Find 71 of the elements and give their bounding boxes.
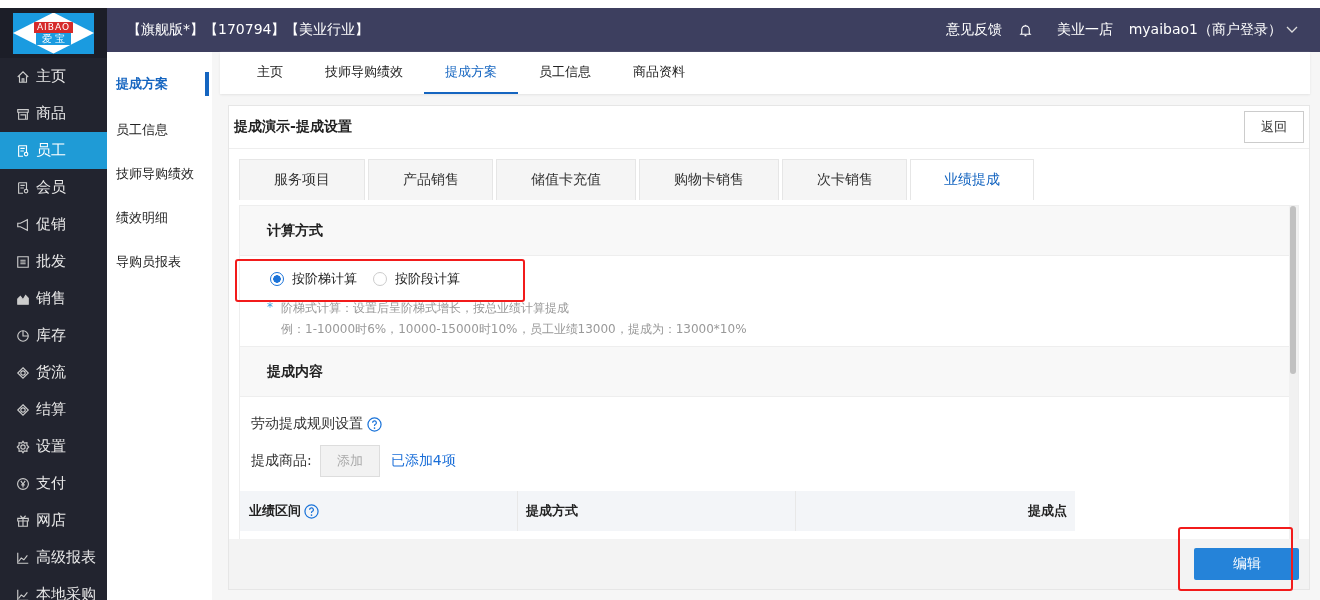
column-header: 业绩区间 [249,502,301,520]
nav-item[interactable]: 支付 [0,465,107,502]
nav-item[interactable]: 主页 [0,58,107,95]
radio-option[interactable]: 按阶段计算 [373,270,460,288]
edition-label: 【旗舰版*】【170794】【美业行业】 [127,21,370,39]
page-tab[interactable]: 技师导购绩效 [304,52,424,94]
store-icon [16,106,30,121]
category-tab[interactable]: 产品销售 [368,159,493,200]
megaphone-icon [16,217,30,232]
category-tab[interactable]: 购物卡销售 [639,159,779,200]
line-icon [16,550,30,565]
nav-item[interactable]: 货流 [0,354,107,391]
note-asterisk: * [267,300,273,316]
help-icon[interactable] [367,416,382,432]
line-icon [16,587,30,600]
chevron-down-icon[interactable] [1286,26,1298,34]
submenu-item[interactable]: 导购员报表 [107,248,212,292]
submenu-item[interactable]: 员工信息 [107,116,212,160]
bell-icon[interactable] [1017,22,1033,38]
logo: AIBAO 爱 宝 [13,12,94,54]
category-tab[interactable]: 业绩提成 [910,159,1034,200]
gift-icon [16,513,30,528]
note-text: 阶梯式计算：设置后呈阶梯式增长，按总业绩计算提成 [281,300,569,317]
pie-icon [16,328,30,343]
cube-icon [16,365,30,380]
feedback-link[interactable]: 意见反馈 [945,21,1002,39]
cube-icon [16,402,30,417]
page-tab[interactable]: 商品资料 [612,52,706,94]
submenu-item[interactable]: 绩效明细 [107,204,212,248]
home-icon [16,69,30,84]
section-title: 提成内容 [267,362,323,381]
scrollbar-thumb[interactable] [1290,206,1296,374]
nav-item[interactable]: 高级报表 [0,539,107,576]
edit-button[interactable]: 编辑 [1194,548,1299,580]
nav-item[interactable]: 结算 [0,391,107,428]
goods-label: 提成商品: [251,452,312,470]
submenu-item[interactable]: 技师导购绩效 [107,160,212,204]
example-text: 例：1-10000时6%，10000-15000时10%，员工业绩13000，提成为：13000*10% [280,321,748,338]
page-tab[interactable]: 主页 [236,52,304,94]
added-items-link[interactable]: 已添加4项 [390,452,456,470]
doc-icon [16,180,30,195]
column-header: 提成点 [1028,502,1067,520]
nav-item[interactable]: 批发 [0,243,107,280]
area-icon [16,291,30,306]
page-tab[interactable]: 提成方案 [424,52,518,94]
category-tab[interactable]: 次卡销售 [782,159,907,200]
yen-icon [16,476,30,491]
category-tab[interactable]: 服务项目 [239,159,365,200]
nav-item[interactable]: 会员 [0,169,107,206]
store-link[interactable]: 美业一店 [1056,21,1113,39]
gear-icon [16,439,30,454]
user-menu[interactable]: myaibao1（商户登录） [1128,21,1282,39]
rule-label: 劳动提成规则设置 [251,415,363,433]
panel-title: 提成演示-提成设置 [234,118,352,136]
category-tab[interactable]: 储值卡充值 [496,159,636,200]
radio-button[interactable] [270,272,284,286]
list-icon [16,254,30,269]
submenu-item[interactable]: 提成方案 [107,72,209,96]
nav-item[interactable]: 销售 [0,280,107,317]
column-header: 提成方式 [526,502,578,520]
back-button[interactable]: 返回 [1244,111,1304,143]
nav-item[interactable]: 库存 [0,317,107,354]
section-title: 计算方式 [267,221,323,240]
doc-icon [16,143,30,158]
page-tab[interactable]: 员工信息 [518,52,612,94]
nav-item[interactable]: 商品 [0,95,107,132]
nav-item[interactable]: 网店 [0,502,107,539]
nav-item[interactable]: 设置 [0,428,107,465]
radio-option[interactable]: 按阶梯计算 [270,270,357,288]
help-icon[interactable] [304,503,319,519]
nav-item[interactable]: 促销 [0,206,107,243]
